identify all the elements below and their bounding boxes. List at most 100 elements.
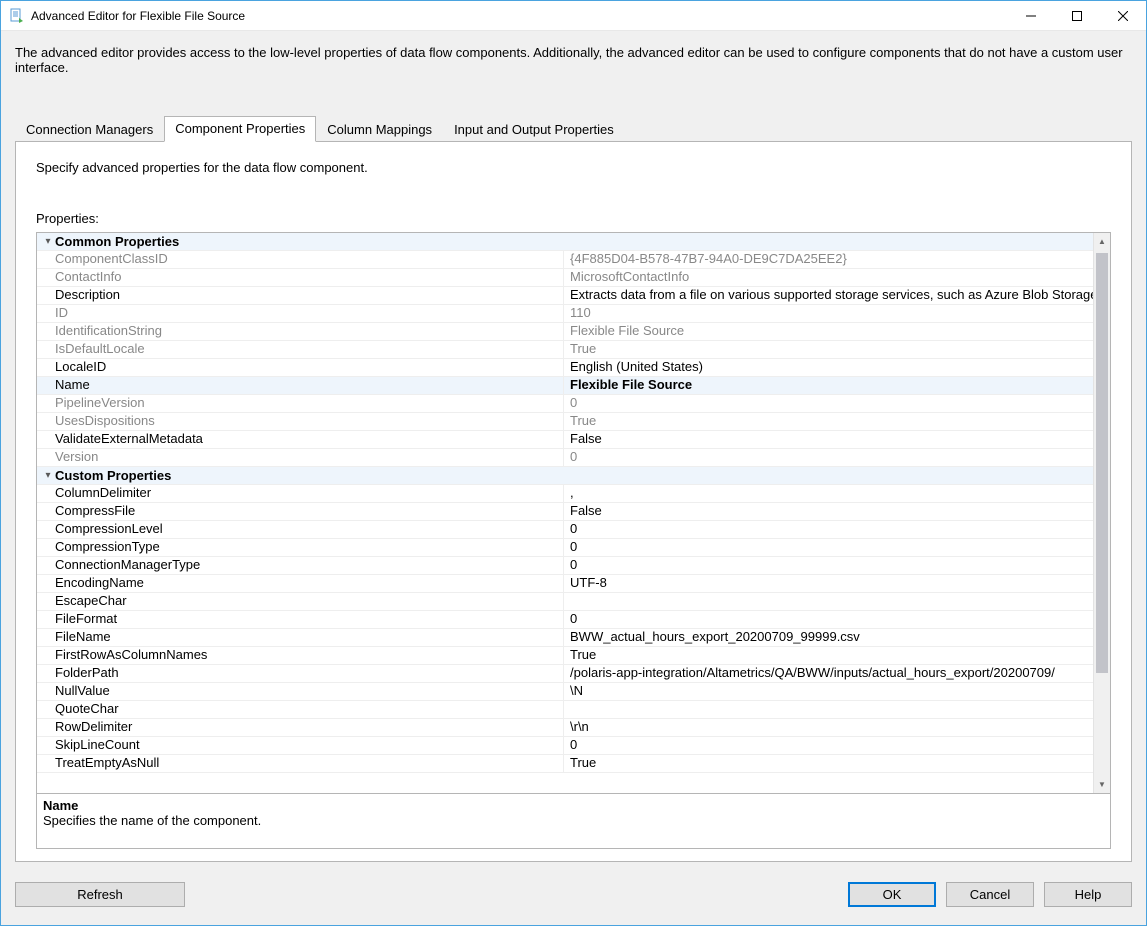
chevron-down-icon: ▾ [41, 470, 55, 481]
property-value[interactable]: \N [564, 683, 1093, 700]
property-value[interactable]: Flexible File Source [564, 377, 1093, 394]
property-row[interactable]: FirstRowAsColumnNamesTrue [37, 647, 1093, 665]
property-name: FileName [37, 629, 564, 646]
scroll-thumb[interactable] [1096, 253, 1108, 673]
property-value: Flexible File Source [564, 323, 1093, 340]
property-value[interactable]: Extracts data from a file on various sup… [564, 287, 1093, 304]
tab-panel: Specify advanced properties for the data… [15, 141, 1132, 862]
property-name: ComponentClassID [37, 251, 564, 268]
property-value[interactable]: False [564, 503, 1093, 520]
cancel-button[interactable]: Cancel [946, 882, 1034, 907]
tab-component-properties[interactable]: Component Properties [164, 116, 316, 142]
property-row[interactable]: ColumnDelimiter, [37, 485, 1093, 503]
property-name: IsDefaultLocale [37, 341, 564, 358]
property-value[interactable]: UTF-8 [564, 575, 1093, 592]
property-row[interactable]: EncodingNameUTF-8 [37, 575, 1093, 593]
property-value[interactable]: True [564, 755, 1093, 772]
property-row[interactable]: RowDelimiter\r\n [37, 719, 1093, 737]
property-row[interactable]: SkipLineCount0 [37, 737, 1093, 755]
property-row[interactable]: FileFormat0 [37, 611, 1093, 629]
property-value[interactable]: 0 [564, 557, 1093, 574]
property-row[interactable]: LocaleIDEnglish (United States) [37, 359, 1093, 377]
maximize-button[interactable] [1054, 1, 1100, 31]
property-name: TreatEmptyAsNull [37, 755, 564, 772]
property-value[interactable]: True [564, 647, 1093, 664]
property-row[interactable]: IsDefaultLocaleTrue [37, 341, 1093, 359]
property-value[interactable]: False [564, 431, 1093, 448]
property-row[interactable]: PipelineVersion0 [37, 395, 1093, 413]
property-row[interactable]: CompressionLevel0 [37, 521, 1093, 539]
property-name: Description [37, 287, 564, 304]
tabs: Connection Managers Component Properties… [1, 85, 1146, 141]
scroll-down-icon[interactable]: ▼ [1094, 776, 1110, 793]
property-row[interactable]: ComponentClassID{4F885D04-B578-47B7-94A0… [37, 251, 1093, 269]
property-value: 0 [564, 449, 1093, 466]
tab-input-output-properties[interactable]: Input and Output Properties [443, 117, 625, 142]
grid-body: ▾Common PropertiesComponentClassID{4F885… [37, 233, 1093, 793]
property-row[interactable]: ValidateExternalMetadataFalse [37, 431, 1093, 449]
property-name: ValidateExternalMetadata [37, 431, 564, 448]
properties-grid: ▾Common PropertiesComponentClassID{4F885… [36, 232, 1111, 849]
property-name: ID [37, 305, 564, 322]
property-value: {4F885D04-B578-47B7-94A0-DE9C7DA25EE2} [564, 251, 1093, 268]
ok-button[interactable]: OK [848, 882, 936, 907]
property-value[interactable]: 0 [564, 737, 1093, 754]
property-name: UsesDispositions [37, 413, 564, 430]
refresh-button[interactable]: Refresh [15, 882, 185, 907]
editor-description: The advanced editor provides access to t… [1, 31, 1146, 85]
group-title: Custom Properties [55, 468, 171, 483]
chevron-down-icon: ▾ [41, 236, 55, 247]
property-value[interactable]: 0 [564, 611, 1093, 628]
minimize-button[interactable] [1008, 1, 1054, 31]
property-value[interactable]: , [564, 485, 1093, 502]
property-value[interactable]: \r\n [564, 719, 1093, 736]
group-header[interactable]: ▾Custom Properties [37, 467, 1093, 485]
property-row[interactable]: CompressFileFalse [37, 503, 1093, 521]
property-value[interactable]: 0 [564, 521, 1093, 538]
property-row[interactable]: QuoteChar [37, 701, 1093, 719]
property-name: ContactInfo [37, 269, 564, 286]
vertical-scrollbar[interactable]: ▲ ▼ [1093, 233, 1110, 793]
property-value: True [564, 413, 1093, 430]
property-row[interactable]: NullValue\N [37, 683, 1093, 701]
property-value[interactable]: English (United States) [564, 359, 1093, 376]
property-row[interactable]: IdentificationStringFlexible File Source [37, 323, 1093, 341]
description-title: Name [43, 798, 1104, 813]
property-name: FolderPath [37, 665, 564, 682]
property-name: QuoteChar [37, 701, 564, 718]
property-name: EncodingName [37, 575, 564, 592]
property-row[interactable]: EscapeChar [37, 593, 1093, 611]
property-value[interactable]: 0 [564, 539, 1093, 556]
property-name: ConnectionManagerType [37, 557, 564, 574]
property-name: PipelineVersion [37, 395, 564, 412]
property-value: 0 [564, 395, 1093, 412]
property-value[interactable]: BWW_actual_hours_export_20200709_99999.c… [564, 629, 1093, 646]
property-row[interactable]: Version0 [37, 449, 1093, 467]
property-row[interactable]: FolderPath/polaris-app-integration/Altam… [37, 665, 1093, 683]
property-row[interactable]: FileNameBWW_actual_hours_export_20200709… [37, 629, 1093, 647]
property-value[interactable] [564, 701, 1093, 718]
property-name: ColumnDelimiter [37, 485, 564, 502]
property-row[interactable]: NameFlexible File Source [37, 377, 1093, 395]
property-value[interactable] [564, 593, 1093, 610]
property-name: FileFormat [37, 611, 564, 628]
property-name: CompressionType [37, 539, 564, 556]
property-row[interactable]: UsesDispositionsTrue [37, 413, 1093, 431]
window-title: Advanced Editor for Flexible File Source [31, 9, 245, 23]
property-row[interactable]: CompressionType0 [37, 539, 1093, 557]
property-value: MicrosoftContactInfo [564, 269, 1093, 286]
close-button[interactable] [1100, 1, 1146, 31]
property-row[interactable]: ID110 [37, 305, 1093, 323]
property-name: FirstRowAsColumnNames [37, 647, 564, 664]
scroll-up-icon[interactable]: ▲ [1094, 233, 1110, 250]
help-button[interactable]: Help [1044, 882, 1132, 907]
property-row[interactable]: TreatEmptyAsNullTrue [37, 755, 1093, 773]
property-value[interactable]: /polaris-app-integration/Altametrics/QA/… [564, 665, 1093, 682]
tab-connection-managers[interactable]: Connection Managers [15, 117, 164, 142]
property-value: 110 [564, 305, 1093, 322]
property-row[interactable]: ConnectionManagerType0 [37, 557, 1093, 575]
property-row[interactable]: DescriptionExtracts data from a file on … [37, 287, 1093, 305]
property-row[interactable]: ContactInfoMicrosoftContactInfo [37, 269, 1093, 287]
tab-column-mappings[interactable]: Column Mappings [316, 117, 443, 142]
group-header[interactable]: ▾Common Properties [37, 233, 1093, 251]
